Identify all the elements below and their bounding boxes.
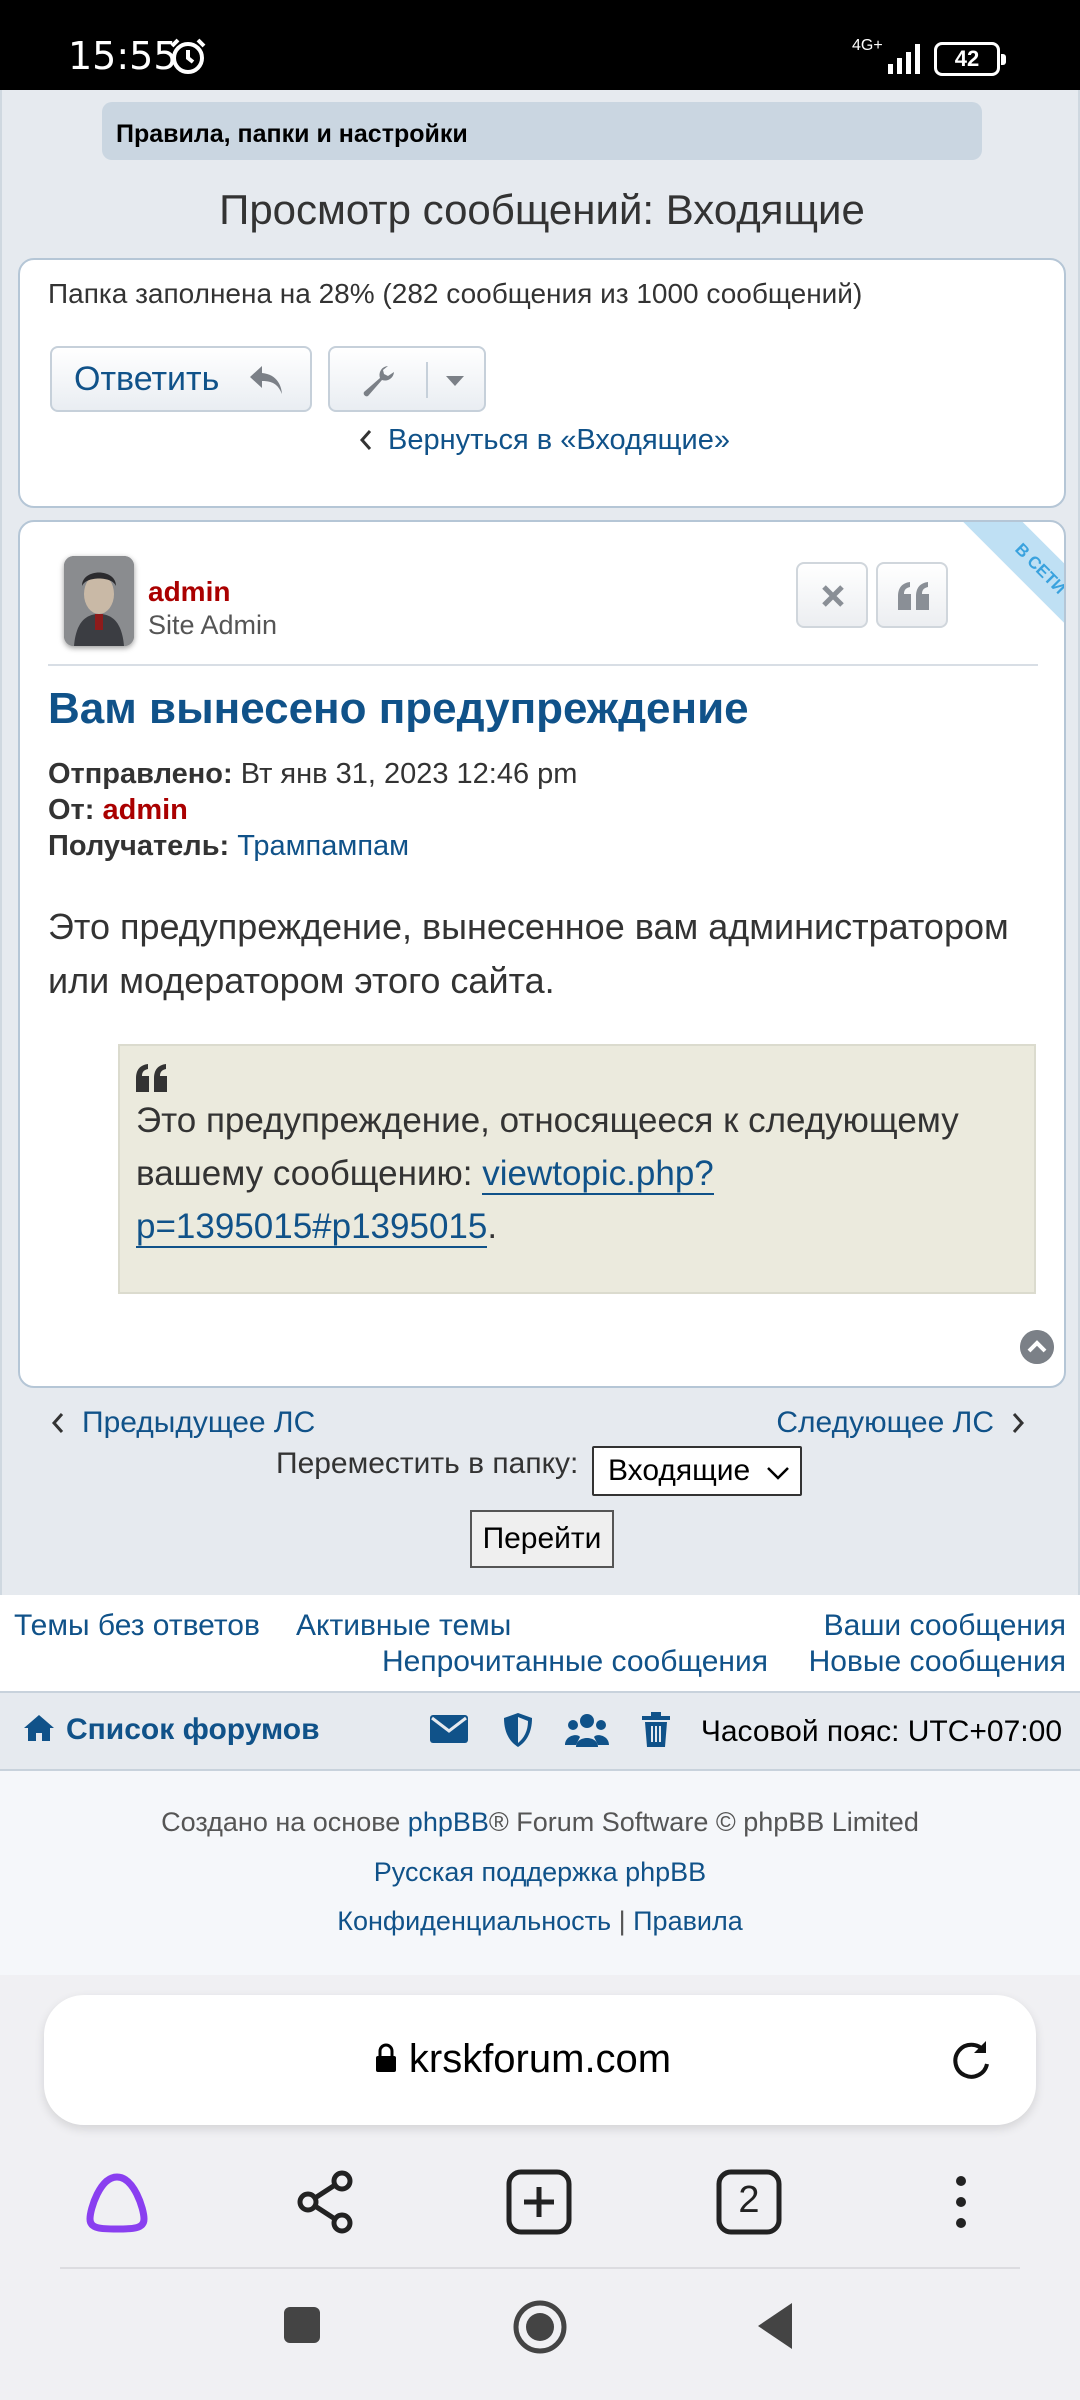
address-bar[interactable]: krskforum.com bbox=[44, 1995, 1036, 2125]
rules-link[interactable]: Правила bbox=[633, 1906, 743, 1936]
from-line: От: admin bbox=[48, 794, 188, 827]
back-to-inbox-link[interactable]: Вернуться в «Входящие» bbox=[20, 424, 1068, 457]
envelope-icon[interactable] bbox=[428, 1711, 470, 1747]
quote-dot: . bbox=[487, 1207, 498, 1246]
chevron-right-icon bbox=[1012, 1413, 1025, 1433]
status-bar: 15:55 4G+ 42 bbox=[0, 0, 1080, 90]
avatar[interactable] bbox=[64, 556, 134, 646]
home-icon bbox=[24, 1715, 54, 1741]
message-body: Это предупреждение, вынесенное вам админ… bbox=[48, 906, 1009, 1001]
browser-chrome: krskforum.com 2 bbox=[0, 1975, 1080, 2400]
share-icon[interactable] bbox=[292, 2167, 362, 2237]
quick-links: Темы без ответов Активные темы Ваши сооб… bbox=[0, 1595, 1080, 1691]
new-tab-icon[interactable] bbox=[504, 2167, 574, 2237]
users-icon[interactable] bbox=[564, 1711, 610, 1749]
recipient-label: Получатель: bbox=[48, 830, 230, 862]
folder-usage: Папка заполнена на 28% (282 сообщения из… bbox=[48, 278, 863, 309]
legal-links: Конфиденциальность | Правила bbox=[0, 1906, 1080, 1937]
recipient-line: Получатель: Трампампам bbox=[48, 830, 409, 863]
quote-block: Это предупреждение, относящееся к следую… bbox=[118, 1044, 1036, 1294]
divider bbox=[48, 664, 1038, 666]
from-user-link[interactable]: admin bbox=[102, 794, 187, 826]
forum-index-link[interactable]: Список форумов bbox=[22, 1713, 320, 1747]
footer-navbar: Список форумов Часовой пояс: UTC+07:00 bbox=[0, 1691, 1080, 1771]
chevron-left-icon bbox=[359, 430, 372, 450]
quote-icon bbox=[898, 582, 929, 610]
reload-icon[interactable] bbox=[948, 2037, 994, 2083]
recents-icon[interactable] bbox=[282, 2305, 322, 2345]
scroll-top-icon[interactable] bbox=[1020, 1330, 1054, 1364]
previous-pm-link[interactable]: Предыдущее ЛС bbox=[50, 1406, 315, 1440]
reply-label: Ответить bbox=[74, 360, 220, 398]
message-author[interactable]: admin bbox=[148, 576, 230, 608]
url-text: krskforum.com bbox=[408, 2037, 672, 2081]
signal-icon bbox=[888, 44, 920, 74]
copyright-footer: Создано на основе phpBB® Forum Software … bbox=[0, 1771, 1080, 1975]
unanswered-topics-link[interactable]: Темы без ответов bbox=[14, 1609, 260, 1643]
folder-select-value: Входящие bbox=[608, 1454, 751, 1487]
clock: 15:55 bbox=[68, 34, 178, 78]
forum-page: Правила, папки и настройки Просмотр сооб… bbox=[0, 90, 1080, 1595]
quote-icon bbox=[136, 1064, 167, 1092]
page-title: Просмотр сообщений: Входящие bbox=[219, 186, 865, 233]
author-rank: Site Admin bbox=[148, 610, 278, 640]
active-topics-link[interactable]: Активные темы bbox=[296, 1609, 511, 1643]
divider bbox=[60, 2267, 1020, 2269]
quote-text: Это предупреждение, относящееся к следую… bbox=[136, 1094, 1018, 1253]
close-icon bbox=[822, 585, 844, 607]
tools-dropdown-button[interactable] bbox=[328, 346, 486, 412]
privacy-link[interactable]: Конфиденциальность bbox=[337, 1906, 611, 1936]
your-posts-link[interactable]: Ваши сообщения bbox=[824, 1609, 1066, 1643]
sent-date: Отправлено: Вт янв 31, 2023 12:46 pm bbox=[48, 758, 577, 791]
next-pm-label: Следующее ЛС bbox=[776, 1406, 994, 1439]
sent-value: Вт янв 31, 2023 12:46 pm bbox=[240, 758, 578, 790]
back-nav-icon[interactable] bbox=[756, 2301, 796, 2351]
sent-label: Отправлено: bbox=[48, 758, 233, 790]
legal-separator: | bbox=[611, 1906, 634, 1936]
chevron-down-icon bbox=[767, 1467, 789, 1480]
home-nav-icon[interactable] bbox=[512, 2299, 568, 2355]
new-posts-link[interactable]: Новые сообщения bbox=[809, 1645, 1066, 1679]
quote-message-button[interactable] bbox=[876, 562, 948, 628]
unread-posts-link[interactable]: Непрочитанные сообщения bbox=[382, 1645, 768, 1679]
shield-icon[interactable] bbox=[502, 1711, 534, 1749]
powered-by: Создано на основе phpBB® Forum Software … bbox=[0, 1807, 1080, 1838]
message-panel: admin Site Admin В СЕТИ Вам вынесено пре… bbox=[18, 520, 1066, 1388]
caret-down-icon bbox=[446, 376, 464, 386]
next-pm-link[interactable]: Следующее ЛС bbox=[776, 1406, 1026, 1440]
breadcrumb[interactable]: Правила, папки и настройки bbox=[102, 102, 982, 160]
network-type: 4G+ bbox=[852, 37, 883, 54]
move-to-folder-label: Переместить в папку: bbox=[276, 1447, 579, 1480]
tabs-button[interactable]: 2 bbox=[714, 2167, 784, 2237]
message-title: Вам вынесено предупреждение bbox=[48, 684, 749, 733]
powered-by-prefix: Создано на основе bbox=[161, 1807, 408, 1837]
battery-indicator: 42 bbox=[934, 42, 1006, 76]
previous-pm-label: Предыдущее ЛС bbox=[82, 1406, 316, 1439]
timezone-label: Часовой пояс: UTC+07:00 bbox=[700, 1715, 1062, 1748]
from-label: От: bbox=[48, 794, 95, 826]
go-button[interactable]: Перейти bbox=[470, 1510, 614, 1568]
folder-panel: Папка заполнена на 28% (282 сообщения из… bbox=[18, 258, 1066, 508]
russian-support-link[interactable]: Русская поддержка phpBB bbox=[0, 1857, 1080, 1888]
divider bbox=[426, 362, 428, 398]
wrench-icon bbox=[363, 366, 394, 397]
tab-count: 2 bbox=[738, 2179, 760, 2221]
reply-button[interactable]: Ответить bbox=[50, 346, 312, 412]
trash-icon[interactable] bbox=[640, 1711, 672, 1749]
back-link-label: Вернуться в «Входящие» bbox=[388, 424, 730, 456]
avatar-image bbox=[64, 556, 134, 646]
chevron-left-icon bbox=[51, 1413, 64, 1433]
delete-message-button[interactable] bbox=[796, 562, 868, 628]
forum-index-label: Список форумов bbox=[66, 1713, 320, 1746]
phpbb-link[interactable]: phpBB bbox=[408, 1807, 489, 1837]
folder-select[interactable]: Входящие bbox=[592, 1446, 802, 1496]
alarm-icon bbox=[170, 38, 206, 74]
more-icon[interactable] bbox=[926, 2167, 996, 2237]
reply-arrow-icon bbox=[250, 366, 282, 394]
recipient-user-link[interactable]: Трампампам bbox=[237, 830, 409, 862]
online-ribbon: В СЕТИ bbox=[946, 522, 1064, 640]
alice-icon[interactable] bbox=[82, 2167, 152, 2237]
online-badge: В СЕТИ bbox=[954, 522, 1064, 640]
powered-by-suffix: ® Forum Software © phpBB Limited bbox=[488, 1807, 919, 1837]
